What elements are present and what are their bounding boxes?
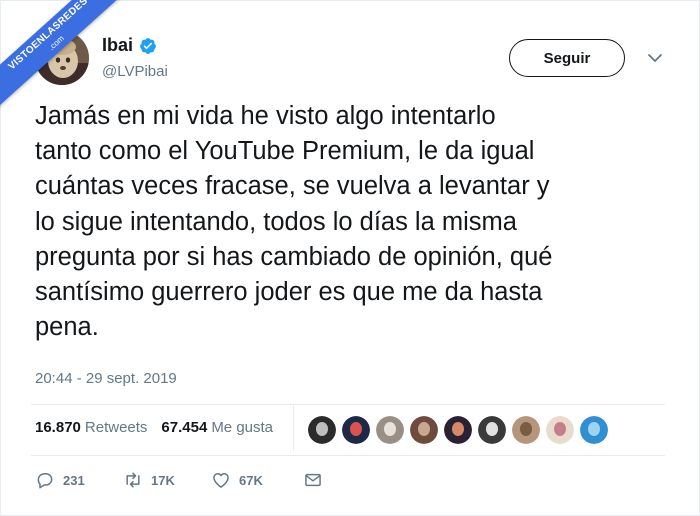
liker-avatar[interactable] — [477, 415, 507, 445]
tweet-card: VISTOENLASREDES .com Ibai @LVPibai Segui… — [0, 0, 700, 516]
liker-avatar[interactable] — [409, 415, 439, 445]
heart-icon — [213, 473, 229, 488]
stats-separator — [293, 405, 294, 451]
retweet-button[interactable]: 17K — [123, 470, 211, 490]
like-count: 67K — [239, 472, 263, 488]
reply-button[interactable]: 231 — [35, 470, 123, 490]
author-handle[interactable]: @LVPibai — [102, 63, 168, 80]
chevron-down-icon[interactable] — [647, 51, 663, 65]
tweet-timestamp[interactable]: 20:44 - 29 sept. 2019 — [35, 370, 177, 387]
retweets-count: 16.870 — [35, 419, 81, 436]
retweet-count: 17K — [151, 472, 175, 488]
liker-avatar[interactable] — [307, 415, 337, 445]
retweets-stat[interactable]: 16.870 Retweets — [35, 419, 147, 436]
retweets-label: Retweets — [84, 419, 148, 436]
verified-badge-icon — [140, 37, 156, 54]
likes-stat[interactable]: 67.454 Me gusta — [161, 419, 273, 436]
liker-avatar[interactable] — [511, 415, 541, 445]
reply-count: 231 — [63, 472, 85, 488]
action-bar: 231 17K 67K — [35, 470, 323, 490]
likes-count: 67.454 — [161, 419, 208, 436]
reply-icon — [37, 473, 53, 489]
divider — [31, 404, 665, 405]
liker-avatar[interactable] — [341, 415, 371, 445]
engagement-stats: 16.870 Retweets 67.454 Me gusta — [35, 419, 273, 436]
author-name[interactable]: Ibai — [102, 35, 133, 56]
envelope-icon — [305, 473, 321, 487]
direct-message-button[interactable] — [303, 470, 323, 490]
divider — [31, 455, 665, 456]
author-row: Ibai — [102, 35, 157, 56]
liker-avatar[interactable] — [579, 415, 609, 445]
retweet-icon — [126, 472, 140, 488]
liker-avatar[interactable] — [443, 415, 473, 445]
liker-avatars — [307, 415, 609, 445]
like-button[interactable]: 67K — [211, 470, 303, 490]
liker-avatar[interactable] — [545, 415, 575, 445]
likes-label: Me gusta — [211, 419, 274, 436]
tweet-text: Jamás en mi vida he visto algo intentarl… — [35, 102, 553, 342]
follow-button[interactable]: Seguir — [509, 39, 625, 77]
liker-avatar[interactable] — [375, 415, 405, 445]
